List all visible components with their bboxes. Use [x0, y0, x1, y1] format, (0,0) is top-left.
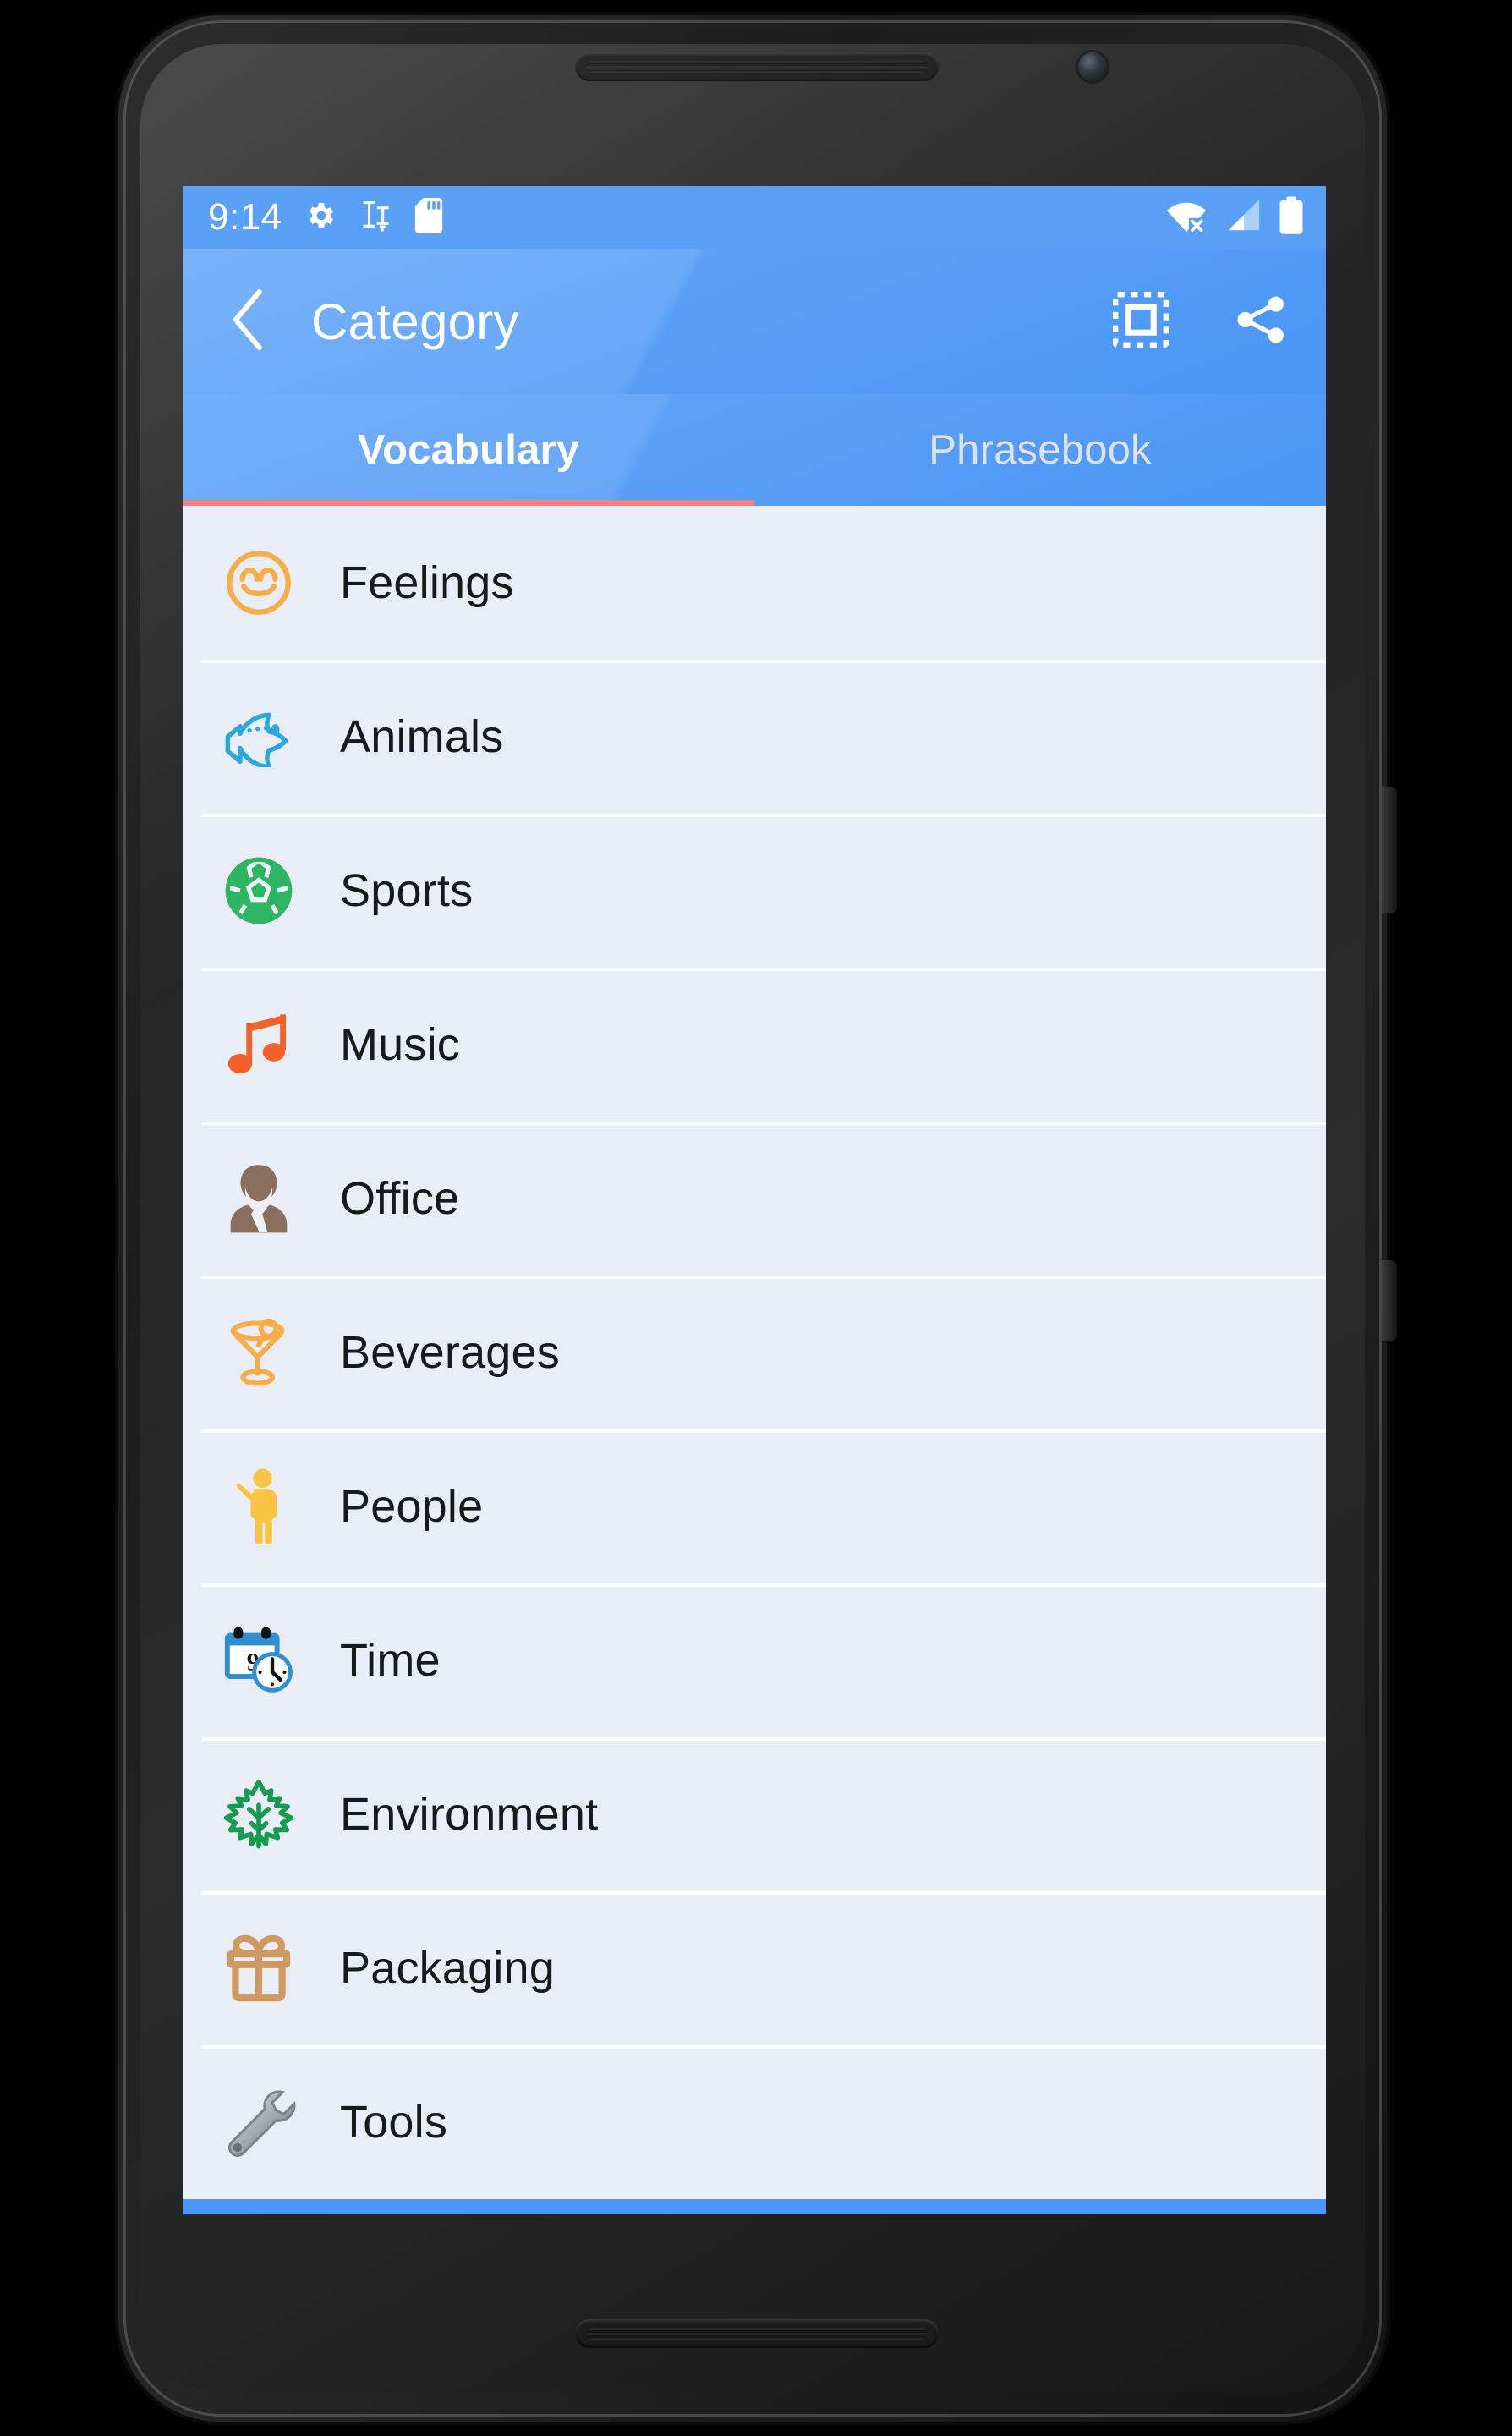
status-bar: 9:14 [183, 186, 1326, 249]
status-bar-left: 9:14 [208, 196, 443, 238]
wifi-off-icon [1165, 198, 1208, 238]
page-title: Category [311, 293, 519, 350]
status-bar-right [1165, 196, 1304, 239]
list-item[interactable]: People [183, 1429, 1326, 1583]
tab-phrasebook[interactable]: Phrasebook [754, 394, 1326, 506]
list-item[interactable]: Animals [183, 660, 1326, 814]
list-item[interactable]: Office [183, 1122, 1326, 1276]
list-item[interactable]: Beverages [183, 1276, 1326, 1429]
system-navigation-bar [183, 2199, 1326, 2214]
cell-signal-icon [1224, 198, 1262, 238]
list-item-label: Packaging [340, 1943, 555, 1994]
phone-chin-detail [609, 2417, 905, 2422]
list-item-label: Time [340, 1635, 441, 1686]
cocktail-icon [218, 1312, 299, 1393]
phone-screen: 9:14 Category Vocabulary Phrasebook Feel… [183, 186, 1326, 2214]
gift-box-icon [218, 1928, 299, 2009]
list-item-label: Feelings [340, 557, 514, 608]
list-item-label: People [340, 1481, 484, 1532]
tab-phrasebook-label: Phrasebook [929, 427, 1152, 473]
status-clock: 9:14 [208, 196, 282, 238]
list-item-label: Music [340, 1019, 461, 1070]
select-all-icon [1112, 291, 1170, 352]
list-item-label: Environment [340, 1789, 599, 1840]
battery-full-icon [1279, 196, 1304, 239]
bottom-speaker [575, 2319, 939, 2348]
list-item-label: Animals [340, 711, 504, 762]
back-button[interactable] [205, 277, 293, 365]
list-item[interactable]: Feelings [183, 506, 1326, 660]
list-item-label: Tools [340, 2097, 448, 2148]
office-worker-icon [218, 1158, 299, 1239]
back-chevron-icon [224, 288, 273, 356]
earpiece-speaker [575, 52, 939, 81]
list-item[interactable]: 9 Time [183, 1583, 1326, 1737]
share-button[interactable] [1224, 285, 1297, 358]
app-bar: Category [183, 249, 1326, 394]
app-bar-actions [1104, 285, 1297, 358]
wrench-icon [218, 2082, 299, 2163]
tab-indicator [183, 500, 754, 506]
text-format-icon [360, 199, 392, 237]
list-item-label: Beverages [340, 1327, 560, 1378]
list-item[interactable]: Tools [183, 2045, 1326, 2199]
gear-icon [304, 199, 338, 237]
front-camera [1078, 52, 1107, 81]
sd-card-icon [414, 197, 443, 238]
person-wave-icon [218, 1466, 299, 1547]
volume-button[interactable] [1382, 787, 1397, 914]
maple-leaf-icon [218, 1774, 299, 1855]
soccer-ball-icon [218, 850, 299, 931]
screenshot-root: 9:14 Category Vocabulary Phrasebook Feel… [0, 0, 1512, 2436]
list-item-label: Office [340, 1173, 460, 1224]
smiley-face-icon [218, 542, 299, 623]
select-mode-button[interactable] [1104, 285, 1177, 358]
fish-icon [218, 696, 299, 777]
power-button[interactable] [1382, 1260, 1397, 1341]
tab-vocabulary-label: Vocabulary [357, 427, 580, 473]
list-item-label: Sports [340, 865, 474, 916]
list-item[interactable]: Environment [183, 1737, 1326, 1891]
tab-vocabulary[interactable]: Vocabulary [183, 394, 754, 506]
music-note-icon [218, 1004, 299, 1085]
calendar-clock-icon: 9 [218, 1620, 299, 1701]
list-item[interactable]: Packaging [183, 1891, 1326, 2045]
list-item[interactable]: Sports [183, 814, 1326, 968]
category-list: Feelings Animals Sports Music Office Bev… [183, 506, 1326, 2199]
list-item[interactable]: Music [183, 968, 1326, 1122]
share-icon [1233, 292, 1289, 352]
tab-bar: Vocabulary Phrasebook [183, 394, 1326, 506]
